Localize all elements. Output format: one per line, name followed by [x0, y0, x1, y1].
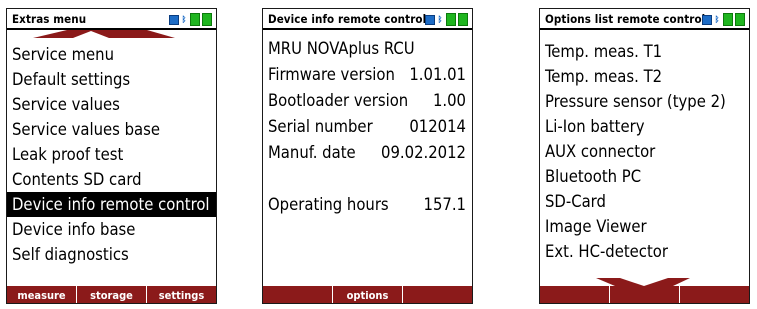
- menu-item-leak-proof-test[interactable]: Leak proof test: [7, 142, 216, 167]
- info-value: 1.00: [432, 91, 466, 110]
- info-row-serial: Serial number 012014: [263, 114, 472, 140]
- info-row-operating-hours: Operating hours 157.1: [263, 192, 472, 218]
- softkey-bar: [540, 286, 749, 303]
- device-model-text: MRU NOVAplus RCU: [268, 39, 415, 58]
- title-bar: Device info remote control ᛒ: [263, 9, 472, 30]
- menu-item-contents-sd-card[interactable]: Contents SD card: [7, 167, 216, 192]
- info-label: Firmware version: [268, 65, 395, 84]
- bluetooth-icon: ᛒ: [181, 15, 187, 24]
- softkey-middle[interactable]: [609, 286, 679, 303]
- link-icon: [425, 14, 435, 25]
- status-icons: ᛒ: [702, 13, 745, 26]
- info-label: Serial number: [268, 117, 373, 136]
- battery-icon: [735, 13, 745, 26]
- info-value: 012014: [409, 117, 466, 136]
- scroll-down-arrow-icon[interactable]: [540, 278, 750, 288]
- info-row-bootloader: Bootloader version 1.00: [263, 88, 472, 114]
- option-temp-t2: Temp. meas. T2: [545, 67, 663, 86]
- link-icon: [702, 14, 712, 25]
- device-info-screen: Device info remote control ᛒ MRU NOVAplu…: [262, 8, 473, 304]
- softkey-left[interactable]: [540, 286, 609, 303]
- menu-item-self-diagnostics[interactable]: Self diagnostics: [7, 242, 216, 267]
- option-sd-card: SD-Card: [545, 192, 606, 211]
- screen-title: Extras menu: [12, 12, 87, 26]
- softkey-bar: measure storage settings: [7, 286, 216, 303]
- menu-item-device-info-remote-control[interactable]: Device info remote control: [7, 192, 216, 217]
- softkey-storage[interactable]: storage: [76, 286, 146, 303]
- scroll-up-arrow-icon[interactable]: [7, 30, 217, 40]
- status-icons: ᛒ: [425, 13, 468, 26]
- option-temp-t1: Temp. meas. T1: [545, 42, 663, 61]
- menu-item-service-values[interactable]: Service values: [7, 92, 216, 117]
- softkey-bar: options: [263, 286, 472, 303]
- menu-list: Service menu Default settings Service va…: [7, 42, 216, 267]
- menu-item-device-info-base[interactable]: Device info base: [7, 217, 216, 242]
- menu-item-service-values-base[interactable]: Service values base: [7, 117, 216, 142]
- battery-icon: [458, 13, 468, 26]
- menu-item-default-settings[interactable]: Default settings: [7, 67, 216, 92]
- softkey-measure[interactable]: measure: [7, 286, 76, 303]
- menu-item-service-menu[interactable]: Service menu: [7, 42, 216, 67]
- battery-icon: [190, 13, 200, 26]
- screen-title: Options list remote control: [545, 12, 706, 26]
- info-row-firmware: Firmware version 1.01.01: [263, 62, 472, 88]
- option-pressure-sensor: Pressure sensor (type 2): [545, 92, 726, 111]
- link-icon: [169, 14, 179, 25]
- title-bar: Extras menu ᛒ: [7, 9, 216, 30]
- battery-icon: [446, 13, 456, 26]
- option-ext-hc-detector: Ext. HC-detector: [545, 242, 668, 261]
- screen-title: Device info remote control: [268, 12, 427, 26]
- option-bluetooth-pc: Bluetooth PC: [545, 167, 642, 186]
- option-li-ion-battery: Li-Ion battery: [545, 117, 645, 136]
- info-value: 09.02.2012: [381, 143, 466, 162]
- device-model: MRU NOVAplus RCU: [263, 36, 472, 62]
- options-list: Temp. meas. T1 Temp. meas. T2 Pressure s…: [540, 39, 749, 264]
- device-info-list: MRU NOVAplus RCU Firmware version 1.01.0…: [263, 36, 472, 218]
- info-label: Operating hours: [268, 195, 389, 214]
- info-value: 1.01.01: [409, 65, 466, 84]
- title-bar: Options list remote control ᛒ: [540, 9, 749, 30]
- option-aux-connector: AUX connector: [545, 142, 656, 161]
- status-icons: ᛒ: [169, 13, 212, 26]
- softkey-settings[interactable]: settings: [146, 286, 216, 303]
- info-value: 157.1: [423, 195, 466, 214]
- options-list-screen: Options list remote control ᛒ Temp. meas…: [539, 8, 750, 304]
- battery-icon: [202, 13, 212, 26]
- softkey-right[interactable]: [402, 286, 472, 303]
- battery-icon: [723, 13, 733, 26]
- info-label: Manuf. date: [268, 143, 356, 162]
- bluetooth-icon: ᛒ: [714, 15, 720, 24]
- softkey-left[interactable]: [263, 286, 332, 303]
- option-image-viewer: Image Viewer: [545, 217, 647, 236]
- bluetooth-icon: ᛒ: [437, 15, 443, 24]
- extras-menu-screen: Extras menu ᛒ Service menu Default setti…: [6, 8, 217, 304]
- softkey-options[interactable]: options: [332, 286, 402, 303]
- softkey-right[interactable]: [679, 286, 749, 303]
- info-row-manuf-date: Manuf. date 09.02.2012: [263, 140, 472, 166]
- info-label: Bootloader version: [268, 91, 409, 110]
